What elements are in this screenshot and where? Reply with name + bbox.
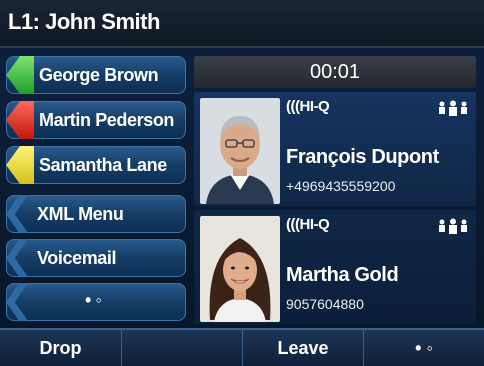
conference-icon (439, 218, 467, 234)
line-key-label: George Brown (39, 65, 159, 85)
line-key-voicemail[interactable]: Voicemail (6, 239, 186, 277)
more-pages-indicator: • ◦ (85, 290, 102, 310)
chevron-left-icon (6, 195, 28, 233)
call-timer: 00:01 (194, 56, 476, 88)
presence-red-icon (6, 101, 34, 139)
softkey-label: • ◦ (415, 338, 433, 358)
presence-yellow-icon (6, 146, 34, 184)
caller-photo (200, 98, 280, 204)
line-key-label: Samantha Lane (39, 155, 167, 175)
call-timer-value: 00:01 (309, 61, 361, 83)
call-panel[interactable]: (((HI-Q François Dupont +4969435559200 (194, 92, 476, 206)
leave-softkey[interactable]: Leave (243, 330, 364, 366)
presence-green-icon (6, 56, 34, 94)
caller-number: +4969435559200 (286, 178, 396, 194)
title-bar: L1: John Smith (0, 0, 484, 48)
caller-number: 9057604880 (286, 296, 364, 312)
chevron-left-icon (6, 283, 28, 321)
line-key-label: Voicemail (37, 248, 117, 268)
caller-photo (200, 216, 280, 322)
line-key-label: XML Menu (37, 204, 124, 224)
caller-name: François Dupont (286, 146, 439, 168)
line-key-george-brown[interactable]: George Brown (6, 56, 186, 94)
caller-name: Martha Gold (286, 264, 399, 286)
line-title: L1: John Smith (8, 9, 160, 34)
conference-icon (439, 100, 467, 116)
more-softkey[interactable]: • ◦ (364, 330, 484, 366)
softkey-label: Leave (277, 338, 329, 358)
empty-softkey[interactable] (122, 330, 243, 366)
soft-key-bar: Drop Leave • ◦ (0, 328, 484, 366)
line-key-label: Martin Pederson (39, 110, 175, 130)
drop-softkey[interactable]: Drop (0, 330, 122, 366)
hd-voice-icon: (((HI-Q (286, 216, 330, 233)
chevron-left-icon (6, 239, 28, 277)
softkey-label: Drop (39, 338, 82, 358)
line-key-xml-menu[interactable]: XML Menu (6, 195, 186, 233)
line-key-more[interactable]: • ◦ (6, 283, 186, 321)
phone-screen: L1: John Smith George Brown Martin Peder… (0, 0, 484, 366)
hd-voice-icon: (((HI-Q (286, 98, 330, 115)
call-panel[interactable]: (((HI-Q Martha Gold 9057604880 (194, 210, 476, 324)
line-key-samantha-lane[interactable]: Samantha Lane (6, 146, 186, 184)
line-key-martin-pederson[interactable]: Martin Pederson (6, 101, 186, 139)
